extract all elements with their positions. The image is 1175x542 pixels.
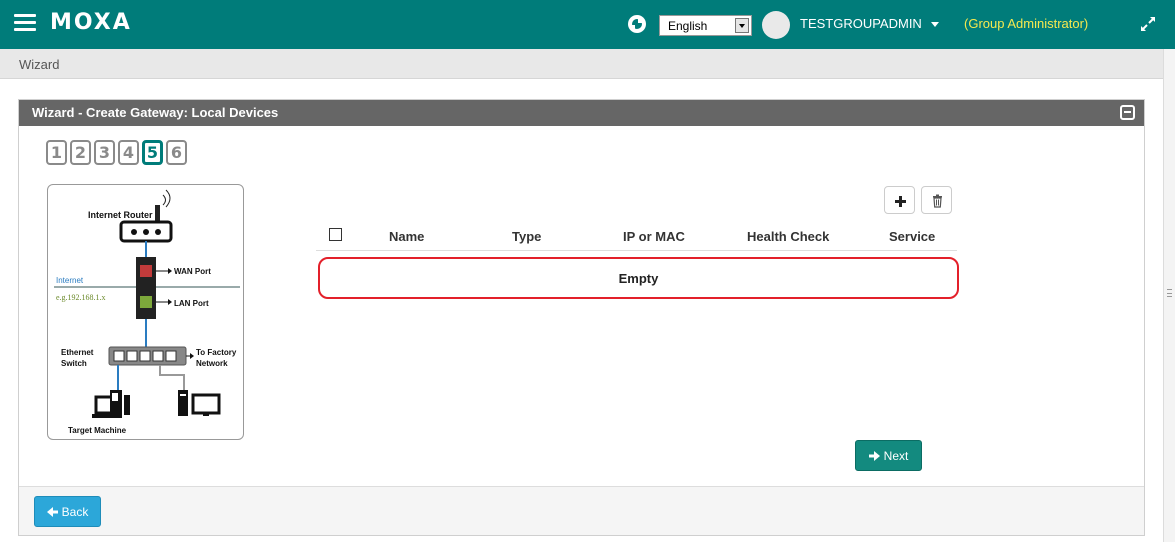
globe-icon	[628, 15, 646, 33]
step-1: 1	[46, 140, 67, 165]
panel-footer: Back	[19, 486, 1144, 535]
switch-label-2: Switch	[61, 359, 87, 368]
next-label: Next	[883, 448, 909, 463]
subnet-label: e.g.192.168.1.x	[56, 293, 106, 302]
user-role: (Group Administrator)	[964, 16, 1089, 31]
step-3: 3	[94, 140, 115, 165]
step-5-active: 5	[142, 140, 163, 165]
breadcrumb: Wizard	[19, 57, 60, 72]
add-device-button[interactable]	[884, 186, 915, 214]
column-health-check[interactable]: Health Check	[747, 229, 829, 244]
network-diagram: Internet Router WAN Port LAN Port Intern…	[47, 184, 244, 440]
next-button[interactable]: Next	[855, 440, 922, 471]
plus-icon	[895, 196, 906, 207]
step-2: 2	[70, 140, 91, 165]
column-name[interactable]: Name	[389, 229, 424, 244]
column-service[interactable]: Service	[889, 229, 935, 244]
switch-label-1: Ethernet	[61, 348, 94, 357]
breadcrumb-bar: Wizard	[0, 49, 1163, 79]
back-label: Back	[61, 504, 89, 519]
avatar[interactable]	[762, 11, 790, 39]
language-value: English	[668, 19, 708, 33]
panel-title: Wizard - Create Gateway: Local Devices	[32, 105, 279, 120]
factory-label-2: Network	[196, 359, 228, 368]
column-type[interactable]: Type	[512, 229, 541, 244]
language-select[interactable]: English	[659, 15, 752, 36]
factory-label-1: To Factory	[196, 348, 237, 357]
fullscreen-icon[interactable]	[1138, 14, 1158, 34]
scroll-grip[interactable]	[1167, 289, 1172, 297]
internet-label: Internet	[56, 276, 84, 285]
target-label: Target Machine	[68, 426, 127, 435]
empty-text: Empty	[618, 271, 659, 286]
moxa-logo: MOXA	[50, 10, 132, 35]
top-navbar: MOXA English TESTGROUPADMIN (Group Admin…	[0, 0, 1175, 49]
arrow-left-icon	[46, 506, 58, 517]
column-ip-or-mac[interactable]: IP or MAC	[623, 229, 685, 244]
back-button[interactable]: Back	[34, 496, 101, 527]
caret-down-icon[interactable]	[931, 22, 939, 27]
arrow-right-icon	[868, 450, 880, 461]
lan-label: LAN Port	[174, 299, 209, 308]
collapse-icon[interactable]	[1120, 105, 1135, 120]
chevron-down-icon[interactable]	[735, 18, 749, 33]
wizard-steps: 1 2 3 4 5 6	[46, 140, 187, 165]
wizard-panel: Wizard - Create Gateway: Local Devices 1…	[18, 99, 1145, 536]
menu-icon[interactable]	[14, 14, 36, 34]
user-menu[interactable]: TESTGROUPADMIN	[800, 16, 922, 31]
wan-label: WAN Port	[174, 267, 211, 276]
page-scrollbar[interactable]	[1163, 49, 1175, 542]
step-6: 6	[166, 140, 187, 165]
devices-table-header: Name Type IP or MAC Health Check Service	[316, 221, 957, 251]
select-all-checkbox[interactable]	[329, 228, 342, 241]
router-label: Internet Router	[88, 210, 153, 220]
trash-icon	[933, 194, 942, 208]
step-4: 4	[118, 140, 139, 165]
delete-device-button[interactable]	[921, 186, 952, 214]
panel-header: Wizard - Create Gateway: Local Devices	[19, 100, 1144, 126]
empty-table-row: Empty	[318, 257, 959, 299]
network-diagram-svg: Internet Router WAN Port LAN Port Intern…	[54, 189, 240, 435]
